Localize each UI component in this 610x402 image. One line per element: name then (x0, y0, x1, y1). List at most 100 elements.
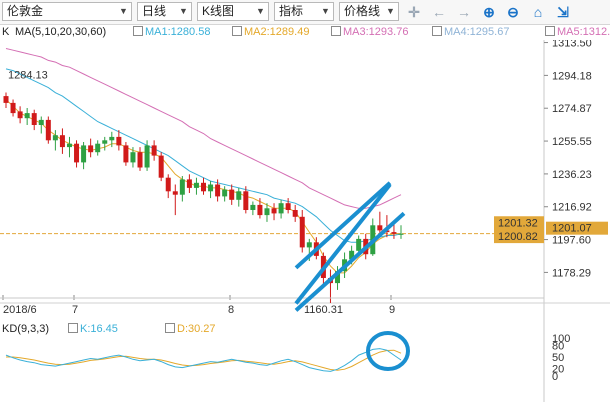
candle-up (398, 233, 404, 235)
candle-down (165, 177, 171, 192)
candle-down (285, 203, 291, 210)
x-tick-label: 7 (72, 304, 78, 316)
candle-down (229, 189, 235, 200)
x-tick-label: 9 (389, 304, 395, 316)
kd-d-legend[interactable]: D:30.27 (165, 322, 216, 336)
candle-down (243, 191, 249, 210)
crosshair-icon[interactable]: ✛ (405, 3, 423, 21)
candle-down (257, 204, 263, 216)
symbol-label: 伦敦金 (7, 4, 44, 18)
ma1-value: MA1:1280.58 (145, 26, 211, 38)
candle-up (38, 119, 44, 125)
line-mode-dropdown[interactable]: 价格线 ▼ (339, 2, 399, 21)
candle-up (95, 143, 101, 153)
candle-down (45, 119, 51, 141)
price-chart[interactable]: 1313.50 1294.18 1274.87 1255.55 1236.23 1216.… (0, 40, 610, 402)
candle-down (377, 225, 383, 231)
zoom-out-icon[interactable]: ⊖ (504, 3, 522, 21)
candle-down (3, 96, 9, 103)
candle-up (24, 113, 30, 119)
y-tick-label: 1178.29 (552, 267, 591, 279)
checkbox-icon (133, 26, 143, 36)
ma3-legend[interactable]: MA3:1293.76 (331, 24, 408, 40)
candle-up (130, 152, 136, 163)
candle-up (109, 136, 115, 141)
checkbox-icon (432, 26, 442, 36)
candle-up (179, 179, 185, 195)
arrow-left-icon[interactable]: ← (430, 3, 448, 21)
price-tag-text: 1201.32 (498, 217, 538, 229)
chart-style-dropdown[interactable]: K线图 ▼ (197, 2, 269, 21)
candle-up (306, 242, 312, 248)
candle-down (137, 152, 143, 168)
ma4-legend[interactable]: MA4:1295.67 (432, 24, 509, 40)
candle-up (193, 182, 199, 188)
y-tick-label: 1313.50 (552, 40, 592, 50)
candle-down (271, 208, 277, 214)
candle-down (10, 102, 16, 114)
kd-params: KD(9,3,3) (2, 323, 50, 335)
candle-down (201, 182, 206, 192)
candle-down (158, 155, 164, 178)
candle-down (31, 113, 37, 125)
checkbox-icon (165, 323, 175, 333)
k-label: K (2, 26, 10, 38)
y-tick-label: 1216.92 (552, 202, 592, 214)
arrow-right-icon[interactable]: → (455, 3, 473, 21)
kd-legend: KD(9,3,3) K:16.45 D:30.27 (0, 322, 545, 336)
ma2-value: MA2:1289.49 (244, 26, 310, 38)
price-tag-text: 1200.82 (498, 231, 538, 243)
candle-up (144, 145, 150, 168)
checkbox-icon (232, 26, 242, 36)
x-tick-label: 8 (228, 304, 234, 316)
y-tick-label: 1274.87 (552, 103, 592, 115)
zoom-in-icon[interactable]: ⊕ (480, 3, 498, 21)
kd-k-line (5, 348, 402, 372)
chevron-down-icon: ▼ (119, 6, 128, 16)
ma1-legend[interactable]: MA1:1280.58 (133, 24, 210, 40)
candle-down (59, 135, 65, 148)
indicator-dropdown[interactable]: 指标 ▼ (274, 2, 334, 21)
candle-down (215, 184, 221, 197)
checkbox-icon (68, 323, 78, 333)
chevron-down-icon: ▼ (386, 6, 395, 16)
restore-icon[interactable]: ⇲ (554, 3, 572, 21)
candle-up (66, 143, 72, 148)
candle-up (278, 203, 284, 214)
candle-up (264, 208, 270, 216)
kd-tick-label: 80 (552, 341, 564, 353)
chevron-down-icon: ▼ (256, 6, 265, 16)
candle-down (292, 210, 298, 217)
home-icon[interactable]: ⌂ (529, 3, 547, 21)
chart-style-label: K线图 (202, 4, 235, 18)
chevron-down-icon: ▼ (321, 6, 330, 16)
kd-d-value: D:30.27 (177, 323, 216, 335)
candle-up (208, 184, 214, 192)
chevron-down-icon: ▼ (179, 6, 188, 16)
candle-down (151, 145, 157, 156)
candle-up (236, 191, 242, 200)
ma-legend: K MA(5,10,20,30,60) MA1:1280.58 MA2:1289… (0, 24, 545, 40)
checkbox-icon (545, 26, 555, 36)
y-tick-label: 1294.18 (552, 70, 592, 82)
candle-down (186, 179, 192, 188)
toolbar: 伦敦金 ▼ 日线 ▼ K线图 ▼ 指标 ▼ 价格线 ▼ ✛ ← → ⊕ ⊖ ⌂ … (0, 0, 610, 25)
high-annotation: 1284.13 (8, 69, 48, 81)
kd-panel: 1008050200 (5, 331, 570, 383)
y-tick-label: 1255.55 (552, 136, 592, 148)
ma5-legend[interactable]: MA5:1312.2 (545, 24, 610, 40)
candle-up (102, 140, 108, 144)
kd-k-legend[interactable]: K:16.45 (68, 322, 118, 336)
ma-params: MA(5,10,20,30,60) (15, 26, 107, 38)
ma2-legend[interactable]: MA2:1289.49 (232, 24, 309, 40)
symbol-dropdown[interactable]: 伦敦金 ▼ (2, 2, 132, 21)
period-dropdown[interactable]: 日线 ▼ (137, 2, 192, 21)
x-axis: 2018/6 7 8 9 (0, 295, 544, 316)
kd-tick-label: 50 (552, 352, 564, 364)
candle-down (172, 191, 178, 195)
kd-tick-label: 0 (552, 371, 558, 383)
candle-down (17, 111, 23, 119)
candle-up (52, 135, 58, 141)
price-tag-text: 1201.07 (552, 223, 592, 235)
low-annotation: 1160.31 (304, 304, 343, 316)
